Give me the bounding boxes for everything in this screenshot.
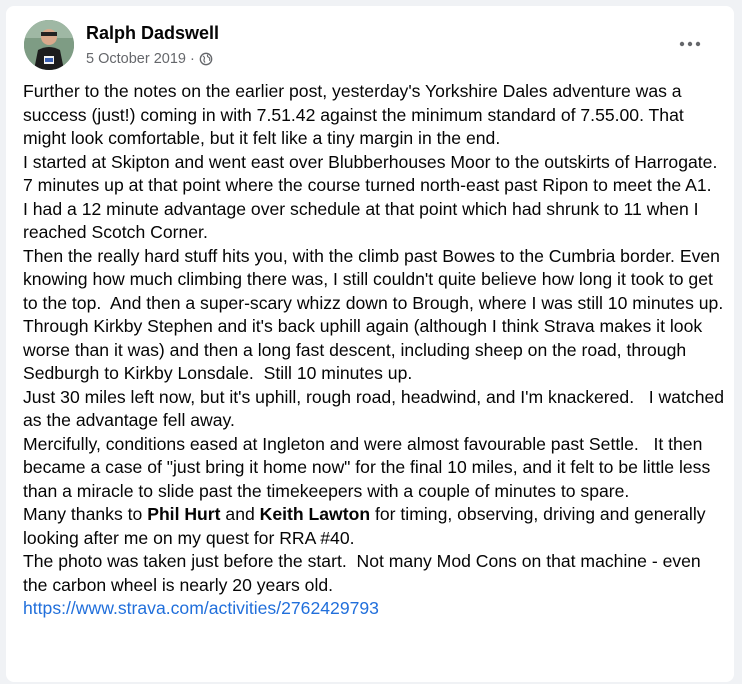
post-paragraph: Just 30 miles left now, but it's uphill,…	[23, 386, 729, 431]
post-card: Ralph Dadswell 5 October 2019 · Further …	[6, 6, 734, 682]
thanks-paragraph: Many thanks to Phil Hurt and Keith Lawto…	[23, 503, 725, 550]
post-paragraph: Mercifully, conditions eased at Ingleton…	[23, 433, 716, 501]
mention-phil-hurt: Phil Hurt	[147, 504, 221, 524]
post-date[interactable]: 5 October 2019	[86, 51, 186, 67]
meta-separator: ·	[189, 51, 195, 67]
post-paragraph: Then the really hard stuff hits you, wit…	[23, 245, 724, 384]
thanks-prefix: Many thanks to	[23, 504, 148, 524]
post-paragraph: I started at Skipton and went east over …	[23, 151, 728, 243]
globe-icon[interactable]	[199, 52, 213, 66]
author-name[interactable]: Ralph Dadswell	[86, 23, 219, 44]
strava-link[interactable]: https://www.strava.com/activities/276242…	[23, 598, 379, 618]
author-avatar[interactable]	[24, 20, 74, 70]
more-options-icon[interactable]	[672, 26, 708, 62]
post-meta: 5 October 2019 ·	[86, 51, 213, 67]
photo-note: The photo was taken just before the star…	[23, 551, 706, 595]
mention-keith-lawton: Keith Lawton	[259, 504, 371, 524]
post-header: Ralph Dadswell 5 October 2019 ·	[24, 20, 720, 76]
post-paragraph: Further to the notes on the earlier post…	[23, 81, 689, 148]
post-body: Further to the notes on the earlier post…	[23, 80, 725, 621]
thanks-middle: and	[220, 504, 260, 524]
